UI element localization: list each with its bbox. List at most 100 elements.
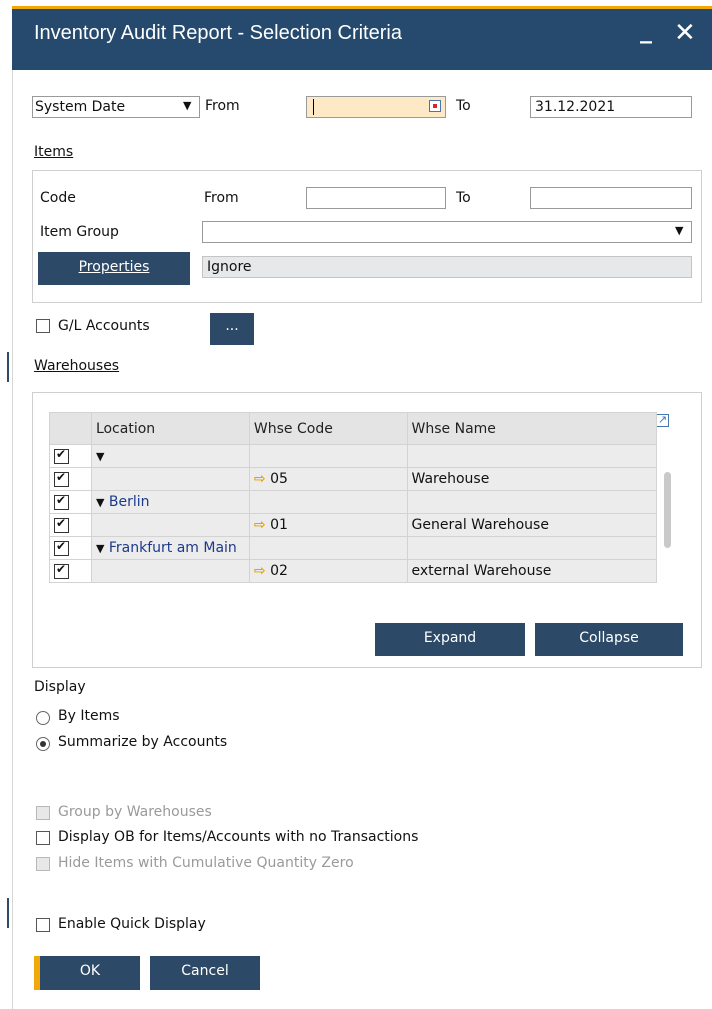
- date-to-value: 31.12.2021: [535, 99, 616, 115]
- grid-header-whse-name[interactable]: Whse Name: [406, 412, 658, 445]
- row-checkbox[interactable]: [54, 539, 69, 556]
- close-button[interactable]: ✕: [674, 18, 696, 48]
- grid-header-select: [49, 412, 92, 445]
- quick-display-checkbox[interactable]: [36, 918, 50, 932]
- row-checkbox-cell[interactable]: [49, 513, 92, 537]
- by-items-label: By Items: [58, 708, 120, 724]
- whse-name-cell: General Warehouse: [406, 513, 658, 537]
- whse-code-cell: [248, 490, 408, 514]
- warehouses-section-label: Warehouses: [34, 358, 120, 374]
- table-row[interactable]: ⇨ 05 Warehouse: [49, 467, 658, 491]
- whse-name-cell: [406, 490, 658, 514]
- left-edge: [0, 0, 10, 1009]
- display-ob-checkbox[interactable]: [36, 831, 50, 845]
- hide-zero-checkbox[interactable]: [36, 857, 50, 871]
- ok-button[interactable]: OK: [40, 956, 140, 990]
- edge-marker: [7, 898, 9, 928]
- grid-scrollbar[interactable]: [664, 472, 671, 548]
- location-cell: ▼: [90, 444, 250, 468]
- row-checkbox[interactable]: [54, 447, 69, 464]
- whse-code: 01: [270, 517, 288, 533]
- gl-accounts-label: G/L Accounts: [58, 318, 150, 334]
- grid-header-row: Location Whse Code Whse Name: [49, 412, 658, 445]
- chevron-down-icon: ▼: [675, 224, 684, 237]
- link-arrow-icon[interactable]: ⇨: [254, 563, 266, 579]
- whse-code-cell: [248, 444, 408, 468]
- date-to-label: To: [456, 98, 471, 114]
- code-to-field[interactable]: [530, 187, 692, 209]
- row-checkbox-cell[interactable]: [49, 467, 92, 491]
- row-checkbox[interactable]: [54, 493, 69, 510]
- gl-accounts-checkbox[interactable]: [36, 319, 50, 333]
- location-text: Frankfurt am Main: [108, 540, 237, 556]
- date-type-value: System Date: [35, 99, 126, 115]
- whse-name-cell: external Warehouse: [406, 559, 658, 583]
- location-cell: [90, 467, 250, 491]
- expand-grid-icon[interactable]: ↗: [656, 414, 669, 427]
- display-label: Display: [34, 679, 86, 695]
- group-by-whse-label: Group by Warehouses: [58, 804, 212, 820]
- location-cell: [90, 559, 250, 583]
- properties-button[interactable]: Properties: [38, 252, 190, 285]
- date-to-field[interactable]: 31.12.2021: [530, 96, 692, 118]
- whse-name-cell: Warehouse: [406, 467, 658, 491]
- table-row[interactable]: ▼ Berlin: [49, 490, 658, 514]
- row-checkbox-cell[interactable]: [49, 536, 92, 560]
- whse-code-cell: ⇨ 05: [248, 467, 408, 491]
- table-row[interactable]: ⇨ 01 General Warehouse: [49, 513, 658, 537]
- table-row[interactable]: ▼ Frankfurt am Main: [49, 536, 658, 560]
- row-checkbox-cell[interactable]: [49, 444, 92, 468]
- tree-collapse-icon[interactable]: ▼: [96, 496, 104, 509]
- cancel-button[interactable]: Cancel: [150, 956, 260, 990]
- link-arrow-icon[interactable]: ⇨: [254, 517, 266, 533]
- code-from-label: From: [204, 190, 239, 206]
- item-group-select[interactable]: ▼: [202, 221, 692, 243]
- text-cursor: [313, 99, 314, 115]
- grid-header-location[interactable]: Location: [90, 412, 250, 445]
- tree-collapse-icon[interactable]: ▼: [96, 450, 104, 463]
- group-by-whse-checkbox[interactable]: [36, 806, 50, 820]
- code-to-label: To: [456, 190, 471, 206]
- window-title: Inventory Audit Report - Selection Crite…: [34, 22, 402, 44]
- date-type-select[interactable]: System Date ▼: [32, 96, 200, 118]
- row-checkbox[interactable]: [54, 562, 69, 579]
- calendar-icon[interactable]: [429, 100, 441, 112]
- whse-code-cell: [248, 536, 408, 560]
- hide-zero-label: Hide Items with Cumulative Quantity Zero: [58, 855, 354, 871]
- table-row[interactable]: ▼: [49, 444, 658, 468]
- date-from-label: From: [205, 98, 240, 114]
- properties-value: Ignore: [207, 259, 252, 275]
- table-row[interactable]: ⇨ 02 external Warehouse: [49, 559, 658, 583]
- location-cell: ▼ Berlin: [90, 490, 250, 514]
- warehouse-grid: Location Whse Code Whse Name ▼ ⇨ 05 Ware…: [49, 412, 658, 583]
- items-section-label: Items: [34, 144, 74, 160]
- link-arrow-icon[interactable]: ⇨: [254, 471, 266, 487]
- tree-collapse-icon[interactable]: ▼: [96, 542, 104, 555]
- summarize-radio[interactable]: [36, 737, 50, 751]
- collapse-button[interactable]: Collapse: [535, 623, 683, 656]
- expand-button[interactable]: Expand: [375, 623, 525, 656]
- edge-marker: [7, 352, 9, 382]
- whse-code: 05: [270, 471, 288, 487]
- location-text: Berlin: [108, 494, 150, 510]
- item-group-label: Item Group: [40, 224, 119, 240]
- date-from-field[interactable]: [306, 96, 446, 118]
- row-checkbox-cell[interactable]: [49, 490, 92, 514]
- code-from-field[interactable]: [306, 187, 446, 209]
- summarize-label: Summarize by Accounts: [58, 734, 228, 750]
- row-checkbox-cell[interactable]: [49, 559, 92, 583]
- by-items-radio[interactable]: [36, 711, 50, 725]
- code-label: Code: [40, 190, 76, 206]
- gl-accounts-browse-button[interactable]: ...: [210, 313, 254, 345]
- display-ob-label: Display OB for Items/Accounts with no Tr…: [58, 829, 419, 845]
- properties-button-label: Properties: [78, 259, 150, 275]
- whse-name-cell: [406, 444, 658, 468]
- quick-display-label: Enable Quick Display: [58, 916, 206, 932]
- row-checkbox[interactable]: [54, 470, 69, 487]
- grid-header-whse-code[interactable]: Whse Code: [248, 412, 408, 445]
- row-checkbox[interactable]: [54, 516, 69, 533]
- location-cell: ▼ Frankfurt am Main: [90, 536, 250, 560]
- calendar-dot-icon: [433, 104, 437, 108]
- minimize-button[interactable]: _: [640, 16, 652, 44]
- whse-code: 02: [270, 563, 288, 579]
